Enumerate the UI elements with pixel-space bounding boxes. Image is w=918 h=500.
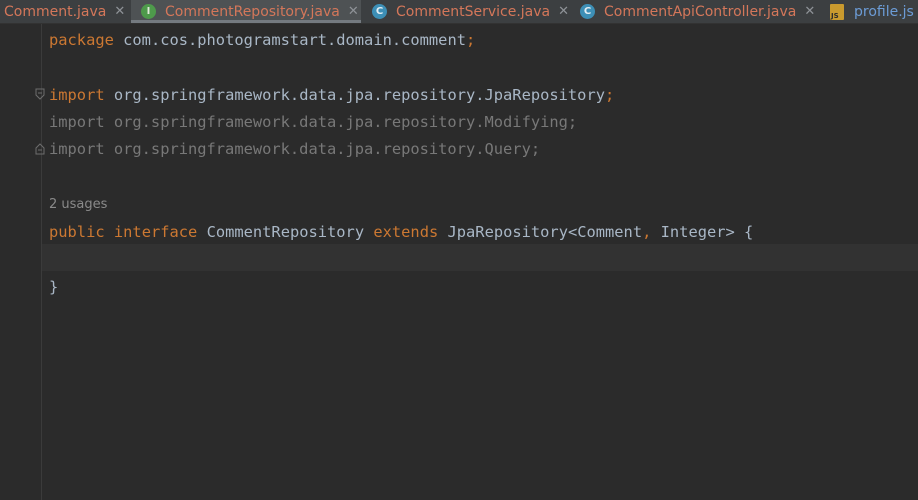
code-line-interface-declaration: public interface CommentRepository exten… [49,223,754,241]
tab-profile-js[interactable]: JS profile.js [830,0,914,23]
current-line-highlight [42,244,918,271]
ide-window: Comment.java ✕ I CommentRepository.java … [0,0,918,500]
close-icon[interactable]: ✕ [348,5,359,18]
code-line-import-modifying: import org.springframework.data.jpa.repo… [49,113,578,131]
code-line-import-jparepository: import org.springframework.data.jpa.repo… [49,86,615,104]
code-editor[interactable]: package com.cos.photogramstart.domain.co… [42,24,918,500]
code-line-closing-brace: } [49,278,59,296]
class-icon: C [580,4,595,19]
close-icon[interactable]: ✕ [114,5,125,18]
tab-label: profile.js [854,3,914,20]
code-line-package: package com.cos.photogramstart.domain.co… [49,31,476,49]
tab-label: Comment.java [4,3,107,20]
tab-comment-service-java[interactable]: C CommentService.java ✕ [372,0,569,23]
tab-comment-java[interactable]: Comment.java ✕ [4,0,125,23]
code-line-import-query: import org.springframework.data.jpa.repo… [49,140,541,158]
tab-comment-api-controller-java[interactable]: C CommentApiController.java ✕ [580,0,815,23]
interface-icon: I [141,4,156,19]
tab-label: CommentService.java [396,3,551,20]
tab-label: CommentRepository.java [165,3,340,20]
editor-tab-bar: Comment.java ✕ I CommentRepository.java … [0,0,918,24]
js-file-icon: JS [830,3,844,20]
close-icon[interactable]: ✕ [558,5,569,18]
usages-hint[interactable]: 2 usages [49,191,107,218]
class-icon: C [372,4,387,19]
editor-gutter [0,24,45,500]
tab-comment-repository-java[interactable]: I CommentRepository.java ✕ [131,0,361,23]
tab-label: CommentApiController.java [604,3,797,20]
close-icon[interactable]: ✕ [804,5,815,18]
